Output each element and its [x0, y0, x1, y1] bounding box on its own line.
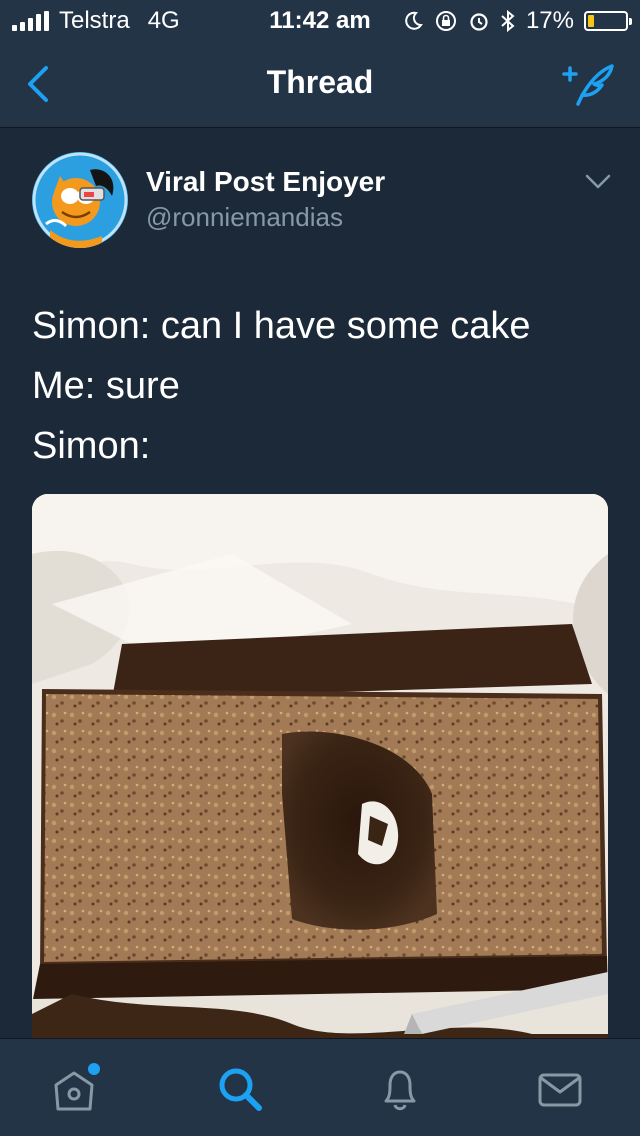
- avatar[interactable]: [32, 152, 128, 248]
- status-left: Telstra 4G: [12, 6, 180, 36]
- author-name[interactable]: Viral Post Enjoyer: [146, 166, 385, 198]
- page-title: Thread: [266, 64, 374, 100]
- tweet-photo[interactable]: [32, 494, 608, 1038]
- tab-home[interactable]: [46, 1061, 102, 1117]
- carrier-label: Telstra: [59, 7, 130, 34]
- author-handle[interactable]: @ronniemandias: [146, 202, 343, 233]
- tab-search[interactable]: [212, 1061, 268, 1117]
- notification-dot: [88, 1063, 100, 1075]
- moon-icon: [405, 11, 423, 30]
- compose-tweet-icon: [562, 64, 614, 106]
- signal-strength-icon: [12, 11, 49, 31]
- tab-notifications[interactable]: [372, 1061, 428, 1117]
- search-icon: [219, 1068, 262, 1111]
- tweet-menu-button[interactable]: [584, 172, 612, 192]
- status-bar: Telstra 4G 11:42 am 17%: [0, 0, 640, 40]
- tweet-text: Simon: can I have some cake Me: sure Sim…: [32, 296, 612, 476]
- tweet-line: Me: sure: [32, 365, 180, 407]
- battery-icon: [584, 11, 632, 31]
- battery-percent: 17%: [525, 7, 574, 34]
- mail-icon: [538, 1073, 582, 1107]
- bell-icon: [384, 1070, 416, 1111]
- alarm-icon: [470, 13, 488, 31]
- tweet-line: Simon: can I have some cake: [32, 305, 531, 347]
- navigation-bar: Thread: [0, 40, 640, 128]
- bluetooth-icon: [501, 9, 515, 33]
- status-right: 17%: [402, 6, 632, 36]
- back-button[interactable]: [20, 62, 60, 106]
- rotation-lock-icon: [435, 11, 456, 31]
- network-label: 4G: [147, 7, 180, 34]
- home-icon: [54, 1063, 100, 1111]
- chevron-left-icon: [28, 66, 48, 102]
- compose-tweet-button[interactable]: [556, 60, 616, 110]
- tab-bar: [0, 1038, 640, 1136]
- tweet: Viral Post Enjoyer @ronniemandias Simon:…: [0, 128, 640, 1038]
- tab-messages[interactable]: [532, 1061, 588, 1117]
- cake-photo: [32, 494, 608, 1038]
- chevron-down-icon: [585, 174, 611, 189]
- tweet-line: Simon:: [32, 425, 151, 467]
- avatar-image: [32, 152, 128, 248]
